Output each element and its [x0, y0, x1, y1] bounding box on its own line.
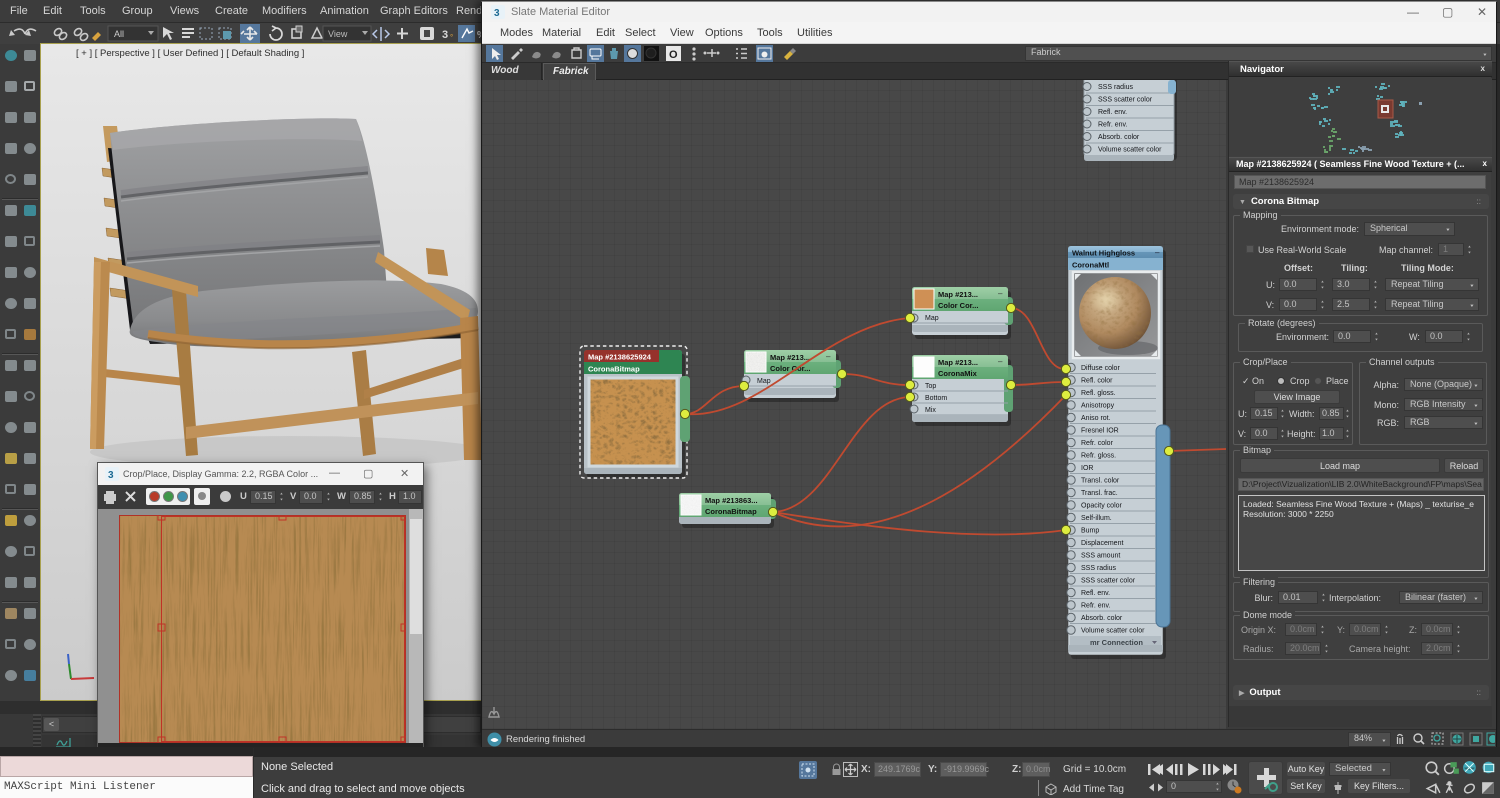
svg-text:Color Cor...: Color Cor...	[770, 364, 810, 373]
svg-text:Refr. gloss.: Refr. gloss.	[1081, 453, 1116, 460]
svg-text:Map: Map	[757, 378, 771, 385]
svg-text:Map #213863...: Map #213863...	[705, 496, 758, 505]
svg-text:Displacement: Displacement	[1081, 540, 1123, 547]
svg-text:–: –	[998, 289, 1003, 298]
svg-text:Opacity color: Opacity color	[1081, 503, 1123, 510]
svg-text:Map #213...: Map #213...	[938, 290, 978, 299]
svg-text:Map #213...: Map #213...	[770, 353, 810, 362]
svg-text:Bottom: Bottom	[925, 395, 947, 402]
svg-text:Transl. color: Transl. color	[1081, 478, 1120, 485]
svg-text:–: –	[998, 357, 1003, 366]
svg-text:Transl. frac.: Transl. frac.	[1081, 490, 1118, 497]
svg-text:Map #2138625924: Map #2138625924	[588, 353, 652, 362]
svg-text:Walnut Highgloss: Walnut Highgloss	[1072, 249, 1135, 258]
svg-text:IOR: IOR	[1081, 465, 1093, 472]
svg-text:Refl. env.: Refl. env.	[1098, 109, 1127, 116]
svg-text:CoronaBitmap: CoronaBitmap	[705, 507, 757, 516]
svg-text:Absorb. color: Absorb. color	[1081, 615, 1123, 622]
svg-text:SSS radius: SSS radius	[1081, 565, 1117, 572]
svg-text:3: 3	[494, 8, 500, 19]
svg-text:Anisotropy: Anisotropy	[1081, 403, 1115, 410]
svg-text:SSS amount: SSS amount	[1081, 553, 1120, 560]
svg-text:O: O	[669, 49, 678, 61]
svg-text:All: All	[114, 29, 124, 39]
svg-text:Mix: Mix	[925, 407, 936, 414]
svg-text:Self-illum.: Self-illum.	[1081, 515, 1112, 522]
svg-text:Color Cor...: Color Cor...	[938, 301, 978, 310]
svg-text:Fresnel IOR: Fresnel IOR	[1081, 428, 1119, 435]
svg-text:3: 3	[442, 29, 448, 41]
svg-text:Aniso rot.: Aniso rot.	[1081, 415, 1111, 422]
svg-text:Absorb. color: Absorb. color	[1098, 134, 1140, 141]
svg-text:Top: Top	[925, 383, 936, 390]
svg-text:°: °	[450, 33, 453, 42]
svg-text:SSS radius: SSS radius	[1098, 84, 1134, 91]
svg-text:CoronaMtl: CoronaMtl	[1072, 261, 1109, 270]
svg-text:Refr. env.: Refr. env.	[1081, 603, 1110, 610]
svg-text:SSS scatter color: SSS scatter color	[1098, 97, 1153, 104]
svg-text:Refr. color: Refr. color	[1081, 440, 1114, 447]
svg-text:SSS scatter color: SSS scatter color	[1081, 578, 1136, 585]
svg-text:Bump: Bump	[1081, 528, 1099, 535]
svg-text:Refl. gloss.: Refl. gloss.	[1081, 390, 1116, 397]
svg-text:Refl. env.: Refl. env.	[1081, 590, 1110, 597]
svg-text:Map #213...: Map #213...	[938, 358, 978, 367]
svg-text:View: View	[328, 29, 348, 39]
svg-text:–: –	[826, 352, 831, 361]
svg-text:CoronaBitmap: CoronaBitmap	[588, 365, 640, 374]
svg-text:Refr. env.: Refr. env.	[1098, 122, 1127, 129]
svg-text:Volume scatter color: Volume scatter color	[1098, 147, 1162, 154]
svg-text:3: 3	[108, 470, 114, 481]
svg-text:CoronaMix: CoronaMix	[938, 369, 978, 378]
svg-text:Map: Map	[925, 315, 939, 322]
svg-text:Refl. color: Refl. color	[1081, 378, 1113, 385]
svg-text:Volume scatter color: Volume scatter color	[1081, 628, 1145, 635]
svg-text:–: –	[1155, 248, 1160, 257]
svg-text:Diffuse color: Diffuse color	[1081, 365, 1120, 372]
